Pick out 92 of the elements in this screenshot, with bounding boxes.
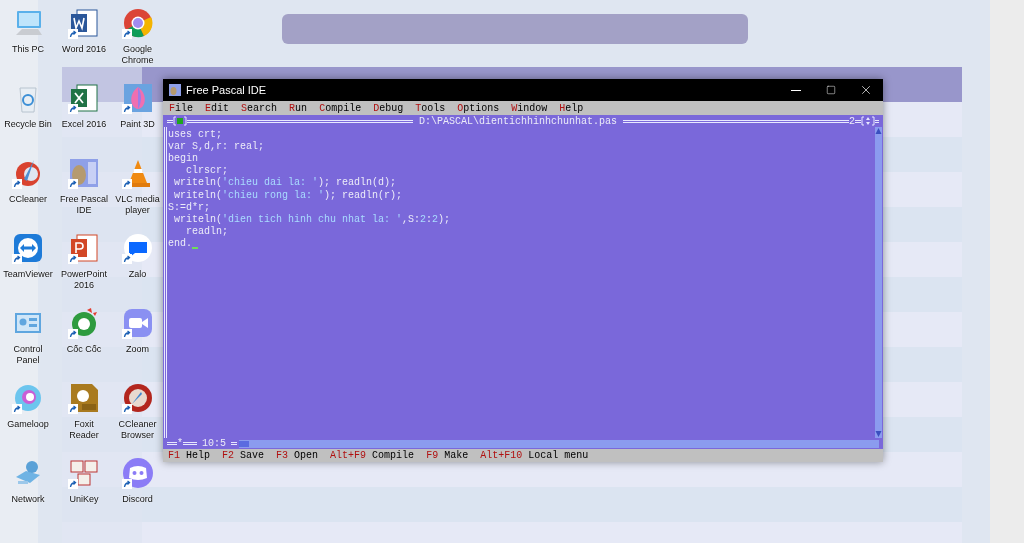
shortcut-key[interactable]: Alt+F10	[480, 448, 523, 463]
shortcut-arrow-icon	[121, 254, 132, 264]
modified-mark: *	[177, 437, 183, 451]
icon-label[interactable]: Excel 2016	[61, 119, 107, 130]
icon-label[interactable]: Zalo	[128, 269, 147, 280]
icon-label[interactable]: Foxit Reader	[59, 419, 109, 441]
menu-item[interactable]: Edit	[205, 100, 230, 116]
code-line: writeln('dien tich hinh chu nhat la: ',S:2:2);	[173, 212, 451, 226]
shortcut-arrow-icon	[68, 254, 78, 264]
icon-label[interactable]: Google Chrome	[112, 44, 163, 66]
maximize-icon	[825, 85, 836, 95]
icon-label[interactable]: Gameloop	[7, 419, 49, 430]
menu-item[interactable]: Options	[457, 100, 500, 116]
icon-label[interactable]: Discord	[122, 494, 153, 505]
menu-item[interactable]: Tools	[415, 100, 446, 116]
code-line: writeln('chieu dai la: '); readln(d);	[173, 176, 397, 190]
icon-label[interactable]: Control Panel	[3, 344, 53, 366]
shortcut-arrow-icon	[68, 479, 78, 489]
shortcut-arrow-icon	[68, 29, 78, 39]
code-line: S:=d*r;	[168, 200, 210, 214]
icon-label[interactable]: Recycle Bin	[4, 119, 52, 130]
code-line: begin	[168, 151, 198, 165]
chrome-icon[interactable]	[121, 7, 154, 39]
icon-label[interactable]: CCleaner Browser	[112, 419, 163, 441]
icon-label[interactable]: Word 2016	[62, 44, 106, 55]
shortcut-key[interactable]: F1	[168, 448, 180, 463]
shortcut-label[interactable]: Compile	[372, 448, 415, 463]
menu-item[interactable]: Window	[511, 100, 548, 116]
icon-label[interactable]: Cốc Cốc	[66, 344, 102, 355]
shortcut-key[interactable]: F9	[426, 448, 439, 463]
shortcut-arrow-icon	[121, 179, 132, 189]
shortcut-key[interactable]: F3	[276, 448, 289, 463]
window-number: 2	[849, 114, 855, 129]
icon-label[interactable]: CCleaner	[9, 194, 47, 205]
shortcut-key[interactable]: F2	[222, 448, 235, 463]
app-icon	[169, 84, 181, 96]
shortcut-arrow-icon	[121, 404, 132, 414]
minimize-icon	[790, 89, 801, 91]
icon-label[interactable]: This PC	[12, 44, 44, 55]
shortcut-label[interactable]: Help	[186, 448, 211, 463]
file-path: D:\PASCAL\dientichhinhchunhat.pas	[417, 114, 618, 129]
controller-icon[interactable]	[121, 457, 154, 489]
slides-icon[interactable]	[68, 232, 100, 264]
shortcut-arrow-icon	[121, 479, 132, 489]
code-line: clrscr;	[185, 164, 228, 177]
code-line: end.	[168, 237, 192, 252]
menu-item[interactable]: Search	[241, 100, 278, 116]
icon-label[interactable]: VLC media player	[112, 194, 163, 216]
window-title: Free Pascal IDE	[186, 82, 267, 98]
menu-item[interactable]: File	[169, 100, 194, 116]
code-editor[interactable]: uses crt; var S,d,r: real; begin clrscr; writeln('chieu dai la: '); readln(d); writeln('chieu rong la: '); readln(r); S:=d*r; writeln('dien tich hinh chu nhat la: ',S:2:2); readln; end.	[167, 127, 875, 438]
shortcut-arrow-icon	[68, 104, 78, 114]
menu-item[interactable]: Debug	[373, 100, 404, 116]
shortcut-arrow-icon	[121, 29, 132, 39]
code-line: writeln('chieu rong la: '); readln(r);	[173, 188, 403, 202]
horizontal-scrollbar[interactable]	[239, 439, 879, 448]
shortcut-arrow-icon	[68, 179, 78, 189]
shortcut-arrow-icon	[12, 179, 22, 189]
menu-item[interactable]: Run	[289, 100, 308, 116]
shortcut-label[interactable]: Save	[240, 448, 265, 463]
shortcut-arrow-icon	[12, 404, 22, 414]
shortcut-arrow-icon	[121, 104, 132, 114]
shortcut-label[interactable]: Local menu	[528, 448, 589, 463]
zoom-box-icon[interactable]	[861, 116, 875, 126]
shortcut-arrow-icon	[68, 329, 78, 339]
code-line: uses crt;	[168, 127, 222, 141]
icon-label[interactable]: TeamViewer	[3, 269, 53, 280]
shortcut-key[interactable]: Alt+F9	[330, 448, 367, 463]
spreadsheet-icon[interactable]	[68, 82, 100, 114]
menu-item[interactable]: Compile	[319, 100, 362, 116]
document-icon[interactable]	[68, 7, 100, 39]
close-box-icon[interactable]	[173, 116, 187, 126]
menu-item[interactable]: Help	[559, 100, 584, 116]
code-line: readln;	[185, 225, 228, 238]
icon-label[interactable]: UniKey	[69, 494, 99, 505]
scroll-down-icon[interactable]	[875, 430, 882, 438]
shortcut-arrow-icon	[121, 329, 132, 339]
icon-label[interactable]: Paint 3D	[120, 119, 155, 130]
shortcut-label[interactable]: Open	[294, 448, 319, 463]
keys-icon[interactable]	[68, 457, 100, 489]
shortcut-arrow-icon	[12, 254, 22, 264]
code-line: var S,d,r: real;	[168, 139, 264, 153]
vertical-scrollbar[interactable]	[875, 127, 882, 438]
icon-label[interactable]: PowerPoint 2016	[59, 269, 109, 291]
cursor-position: 10:5	[201, 437, 228, 450]
shortcut-label[interactable]: Make	[444, 448, 469, 463]
icon-label[interactable]: Zoom	[126, 344, 149, 355]
icon-label[interactable]: Network	[11, 494, 45, 505]
portrait-icon[interactable]	[68, 157, 100, 189]
shortcut-arrow-icon	[68, 404, 78, 414]
scroll-up-icon[interactable]	[875, 127, 882, 135]
icon-label[interactable]: Free Pascal IDE	[59, 194, 109, 216]
